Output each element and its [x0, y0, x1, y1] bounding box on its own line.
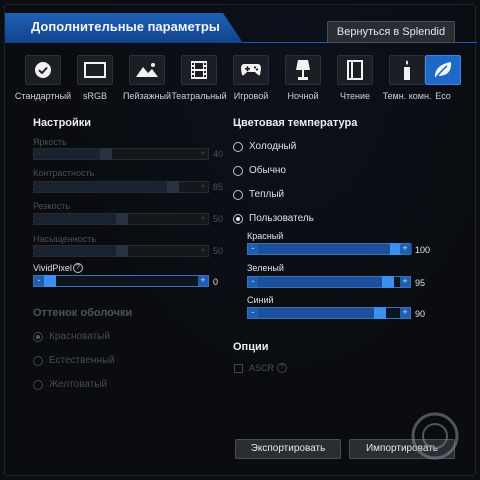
slider-knob: [116, 213, 128, 225]
sharpness-value: 50: [213, 214, 224, 224]
red-label: Красный: [247, 231, 284, 241]
vividpixel-slider[interactable]: - +: [33, 275, 209, 287]
brightness-slider: - +: [33, 148, 209, 160]
watermark-logo-icon: [411, 412, 459, 460]
mode-eco[interactable]: Eco: [417, 51, 469, 107]
help-icon[interactable]: ?: [73, 263, 83, 273]
leaf-icon: [434, 62, 452, 80]
mode-landscape[interactable]: Пейзажный: [121, 51, 173, 107]
title-bar: Дополнительные параметры Вернуться в Spl…: [5, 5, 477, 43]
red-slider[interactable]: - +: [247, 243, 412, 255]
plus-icon: +: [200, 245, 206, 255]
contrast-label: Контрастность: [33, 168, 95, 178]
advanced-settings-window: Дополнительные параметры Вернуться в Spl…: [4, 4, 477, 476]
slider-knob[interactable]: [374, 307, 386, 319]
window-title: Дополнительные параметры: [31, 19, 220, 34]
minus-icon[interactable]: -: [34, 276, 44, 286]
contrast-slider: - +: [33, 181, 209, 193]
minus-icon[interactable]: -: [248, 308, 258, 318]
mode-label: Eco: [435, 91, 451, 101]
blue-value: 90: [415, 309, 426, 319]
skin-tone-yellowish-radio: Желтоватый: [33, 379, 107, 390]
landscape-icon: [136, 63, 158, 77]
saturation-label: Насыщенность: [33, 234, 97, 244]
options-title: Опции: [233, 341, 269, 353]
saturation-value: 50: [213, 246, 224, 256]
skin-tone-natural-radio: Естественный: [33, 355, 115, 366]
lamp-icon: [296, 60, 310, 80]
slider-knob[interactable]: [44, 275, 56, 287]
back-to-splendid-button[interactable]: Вернуться в Splendid: [327, 21, 455, 43]
minus-icon: -: [37, 245, 41, 255]
mode-reading[interactable]: Чтение: [329, 51, 381, 107]
plus-icon[interactable]: +: [400, 244, 410, 254]
skin-tone-title: Оттенок оболочки: [33, 307, 133, 319]
minus-icon[interactable]: -: [248, 244, 258, 254]
plus-icon[interactable]: +: [400, 277, 410, 287]
temp-cool-radio[interactable]: Холодный: [233, 141, 296, 152]
slider-knob: [167, 181, 179, 193]
export-button[interactable]: Экспортировать: [235, 439, 341, 459]
minus-icon: -: [37, 181, 41, 191]
mode-theater[interactable]: Театральный: [171, 51, 227, 107]
red-value: 100: [415, 245, 431, 255]
saturation-slider: - +: [33, 245, 209, 257]
vividpixel-value: 0: [213, 277, 219, 287]
vividpixel-label: VividPixel: [33, 263, 72, 273]
ascr-label: ASCR: [249, 363, 275, 373]
plus-icon[interactable]: +: [198, 276, 208, 286]
plus-icon[interactable]: +: [400, 308, 410, 318]
candle-icon: [404, 60, 410, 80]
check-icon: [35, 62, 51, 78]
contrast-value: 85: [213, 182, 224, 192]
film-icon: [191, 61, 207, 79]
slider-knob: [100, 148, 112, 160]
gamepad-icon: [241, 64, 261, 76]
book-icon: [347, 60, 363, 80]
minus-icon: -: [37, 148, 41, 158]
display-icon: [84, 62, 106, 78]
blue-label: Синий: [247, 295, 274, 305]
brightness-label: Яркость: [33, 137, 67, 147]
mode-game[interactable]: Игровой: [225, 51, 277, 107]
green-value: 95: [415, 278, 426, 288]
green-slider[interactable]: - +: [247, 276, 411, 288]
mode-night[interactable]: Ночной: [277, 51, 329, 107]
plus-icon: +: [200, 213, 206, 223]
plus-icon: +: [200, 148, 206, 158]
minus-icon[interactable]: -: [248, 277, 258, 287]
temp-user-radio[interactable]: Пользователь: [233, 213, 314, 224]
blue-slider[interactable]: - +: [247, 307, 411, 319]
help-icon: ?: [277, 363, 287, 373]
temp-warm-radio[interactable]: Теплый: [233, 189, 284, 200]
ascr-checkbox: [234, 364, 243, 373]
color-temp-title: Цветовая температура: [233, 117, 358, 129]
slider-knob: [116, 245, 128, 257]
mode-strip: Стандартный sRGB Пейзажный Театральный И…: [5, 51, 477, 107]
sharpness-slider: - +: [33, 213, 209, 225]
sharpness-label: Резкость: [33, 201, 70, 211]
brightness-value: 40: [213, 149, 224, 159]
settings-title: Настройки: [33, 117, 92, 129]
green-label: Зеленый: [247, 263, 284, 273]
temp-normal-radio[interactable]: Обычно: [233, 165, 286, 176]
mode-srgb[interactable]: sRGB: [69, 51, 121, 107]
mode-standard[interactable]: Стандартный: [15, 51, 71, 107]
skin-tone-reddish-radio: Красноватый: [33, 331, 110, 342]
plus-icon: +: [200, 181, 206, 191]
minus-icon: -: [37, 213, 41, 223]
slider-knob[interactable]: [382, 276, 394, 288]
